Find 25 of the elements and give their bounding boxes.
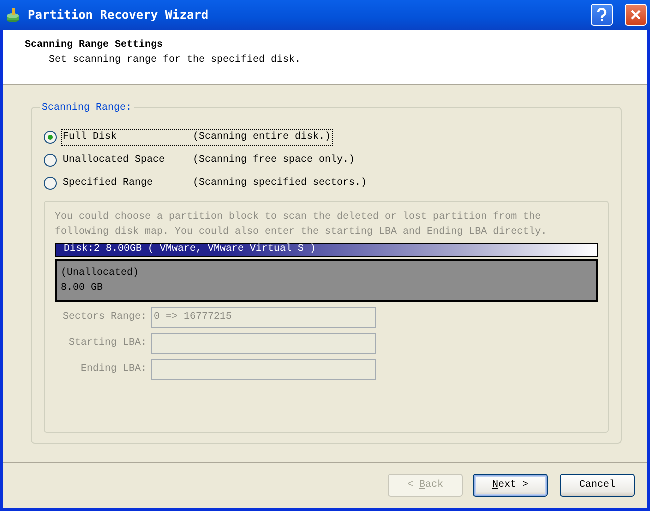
close-button[interactable] [625, 4, 647, 26]
wizard-button[interactable]: Cancel [560, 474, 635, 497]
help-icon [596, 8, 608, 22]
help-button[interactable] [591, 4, 613, 26]
partition-size: 8.00 GB [61, 282, 104, 296]
option-description: (Scanning specified sectors.) [193, 176, 368, 191]
radio-button[interactable] [44, 154, 57, 167]
option-description: (Scanning free space only.) [193, 154, 356, 168]
option-label[interactable]: Full Disk [63, 130, 193, 145]
partition-label: (Unallocated) [61, 266, 140, 281]
hint-text: You could choose a partition block to scan the deleted or lost partition from the following disk map. You could also enter the starting LBA and Ending LBA directly. [55, 210, 548, 240]
page-heading: Scanning Range Settings [25, 38, 164, 54]
close-icon [630, 9, 642, 22]
page-subtitle: Set scanning range for the specified disk. [48, 54, 302, 68]
field-label: Ending LBA: [80, 362, 147, 377]
wizard-button[interactable]: Next > [473, 474, 548, 497]
radio-button[interactable] [44, 130, 57, 144]
field-label: Sectors Range: [62, 310, 147, 325]
option-label[interactable]: Unallocated Space [63, 152, 193, 168]
window-title: Partition Recovery Wizard [28, 7, 210, 24]
option-label[interactable]: Specified Range [63, 176, 193, 191]
radio-button[interactable] [44, 176, 57, 190]
app-icon [6, 7, 20, 24]
field-label: Starting LBA: [68, 336, 147, 351]
option-description: (Scanning entire disk.) [193, 130, 332, 145]
